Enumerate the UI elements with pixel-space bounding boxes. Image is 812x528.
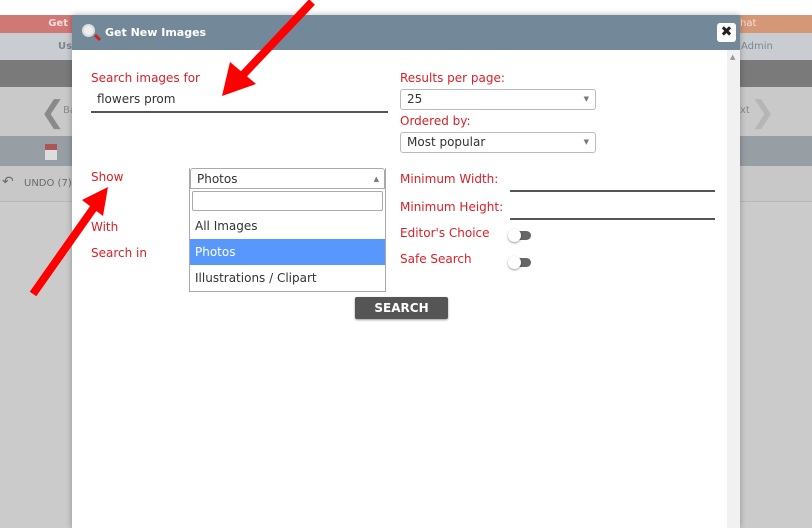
annotation-arrows: [29, 0, 315, 297]
annotation-arrow-top: [222, 0, 315, 96]
annotation-arrow-left: [29, 187, 108, 297]
